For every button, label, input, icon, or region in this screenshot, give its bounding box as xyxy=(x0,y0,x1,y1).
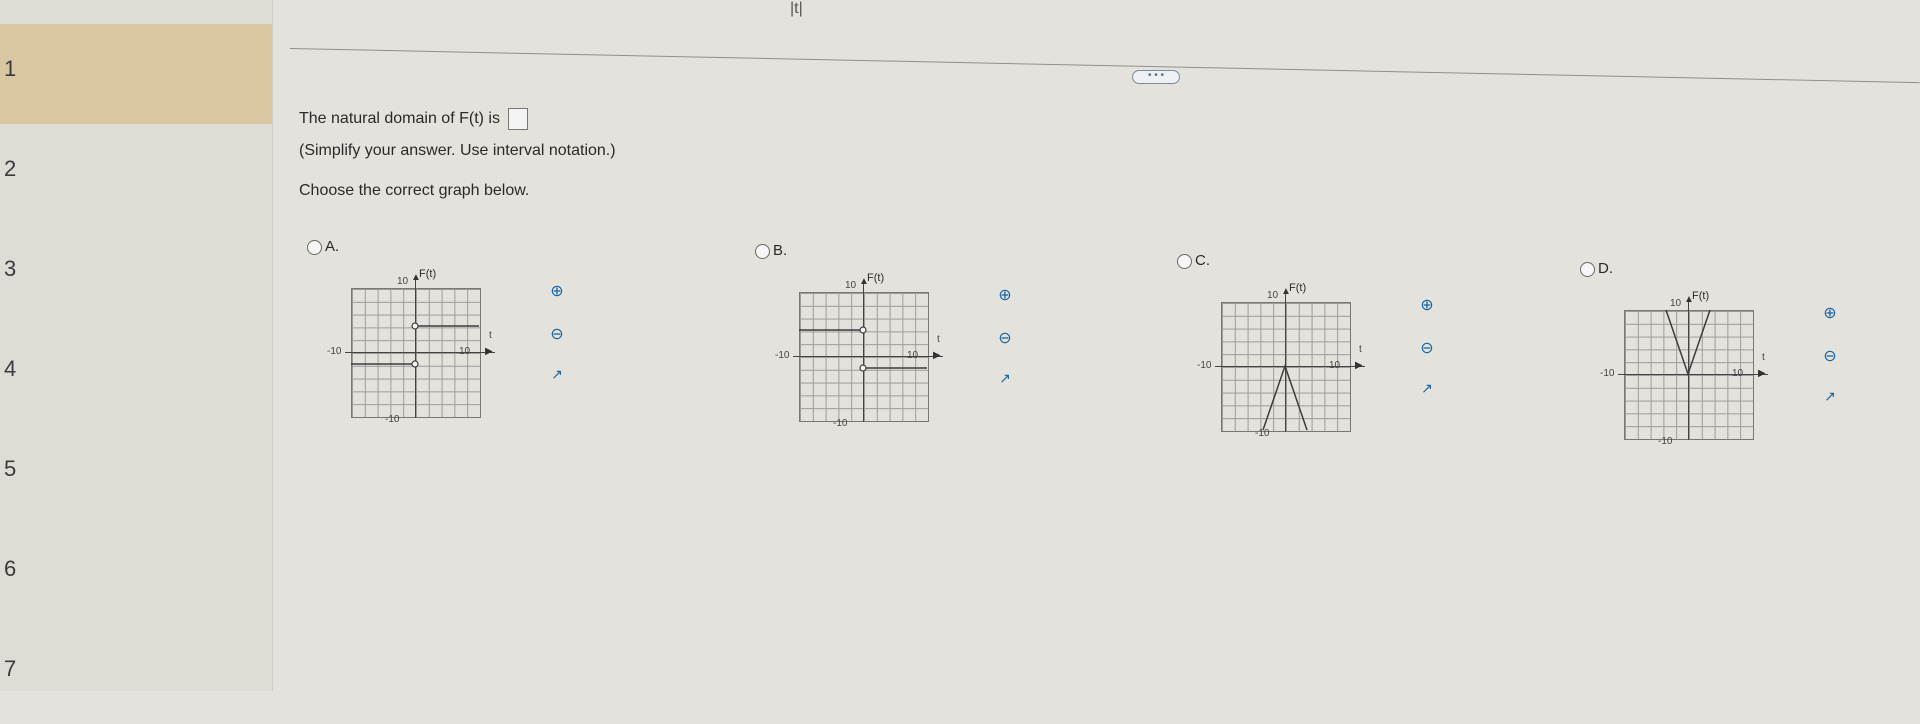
zoom-out-icon[interactable]: ⊖ xyxy=(1818,345,1842,369)
option-a-label: A. xyxy=(325,238,340,255)
option-a-curve xyxy=(351,322,479,368)
option-b-radio[interactable] xyxy=(755,244,770,259)
domain-answer-input[interactable] xyxy=(508,108,529,130)
option-c-curve xyxy=(1262,363,1308,431)
sidebar-item-label: 2 xyxy=(4,156,17,181)
option-c-radio[interactable] xyxy=(1177,254,1192,269)
option-d-radio[interactable] xyxy=(1580,262,1595,277)
zoom-in-icon[interactable]: ⊕ xyxy=(993,284,1017,308)
question-panel: |t| • • • The natural domain of F(t) is … xyxy=(272,0,1920,691)
option-b[interactable]: B. ▲ ▶ F(t) 10 -10 10 -10 t ⊕ ⊖ ↗ xyxy=(755,242,1012,434)
option-a-graph: ▲ ▶ F(t) 10 -10 10 -10 t xyxy=(327,268,495,428)
option-b-label: B. xyxy=(773,242,788,259)
function-expression: |t| xyxy=(790,0,803,17)
option-b-graph: ▲ ▶ F(t) 10 -10 10 -10 t xyxy=(775,272,943,432)
option-d[interactable]: D. ▲ ▶ F(t) 10 -10 10 -10 t ⊕ ⊖ ↗ xyxy=(1580,260,1837,452)
option-c[interactable]: C. ▲ ▶ F(t) 10 -10 10 -10 t ⊕ ⊖ ↗ xyxy=(1177,252,1434,444)
external-link-icon[interactable]: ↗ xyxy=(545,362,569,386)
sidebar-item-label: 3 xyxy=(4,256,17,281)
sidebar-item-label: 6 xyxy=(4,556,17,581)
sidebar-item-6[interactable]: 6 xyxy=(0,524,272,624)
option-a[interactable]: A. ▲ ▶ F(t) 10 -10 10 -10 t ⊕ ⊖ ↗ xyxy=(307,238,564,430)
zoom-out-icon[interactable]: ⊖ xyxy=(1415,337,1439,361)
option-c-label: C. xyxy=(1195,252,1210,269)
external-link-icon[interactable]: ↗ xyxy=(1415,376,1439,400)
external-link-icon[interactable]: ↗ xyxy=(1818,384,1842,408)
answer-hint: (Simplify your answer. Use interval nota… xyxy=(299,142,616,159)
option-b-curve xyxy=(799,326,927,372)
zoom-in-icon[interactable]: ⊕ xyxy=(1415,294,1439,318)
sidebar-item-2[interactable]: 2 xyxy=(0,124,272,224)
more-button[interactable]: • • • xyxy=(1132,70,1180,84)
zoom-in-icon[interactable]: ⊕ xyxy=(1818,302,1842,326)
domain-question: The natural domain of F(t) is xyxy=(299,108,529,130)
sidebar-item-7[interactable]: 7 xyxy=(0,624,272,724)
sidebar-item-label: 7 xyxy=(4,656,17,681)
zoom-in-icon[interactable]: ⊕ xyxy=(545,280,569,304)
domain-prefix: The natural domain of F(t) is xyxy=(299,110,500,128)
zoom-out-icon[interactable]: ⊖ xyxy=(993,327,1017,351)
sidebar-item-4[interactable]: 4 xyxy=(0,324,272,424)
option-d-label: D. xyxy=(1598,260,1613,277)
zoom-out-icon[interactable]: ⊖ xyxy=(545,323,569,347)
external-link-icon[interactable]: ↗ xyxy=(993,366,1017,390)
option-d-graph: ▲ ▶ F(t) 10 -10 10 -10 t xyxy=(1600,290,1768,450)
question-sidebar: 1 2 3 4 5 6 7 xyxy=(0,0,273,691)
sidebar-item-label: 4 xyxy=(4,356,17,381)
choose-graph-instruction: Choose the correct graph below. xyxy=(299,182,530,199)
option-a-radio[interactable] xyxy=(307,240,322,255)
sidebar-item-3[interactable]: 3 xyxy=(0,224,272,324)
sidebar-item-1[interactable]: 1 xyxy=(0,24,272,124)
sidebar-item-5[interactable]: 5 xyxy=(0,424,272,524)
sidebar-item-label: 1 xyxy=(4,56,17,81)
option-c-graph: ▲ ▶ F(t) 10 -10 10 -10 t xyxy=(1197,282,1365,442)
sidebar-item-label: 5 xyxy=(4,456,17,481)
option-d-curve xyxy=(1665,309,1711,377)
section-divider xyxy=(289,48,1920,84)
